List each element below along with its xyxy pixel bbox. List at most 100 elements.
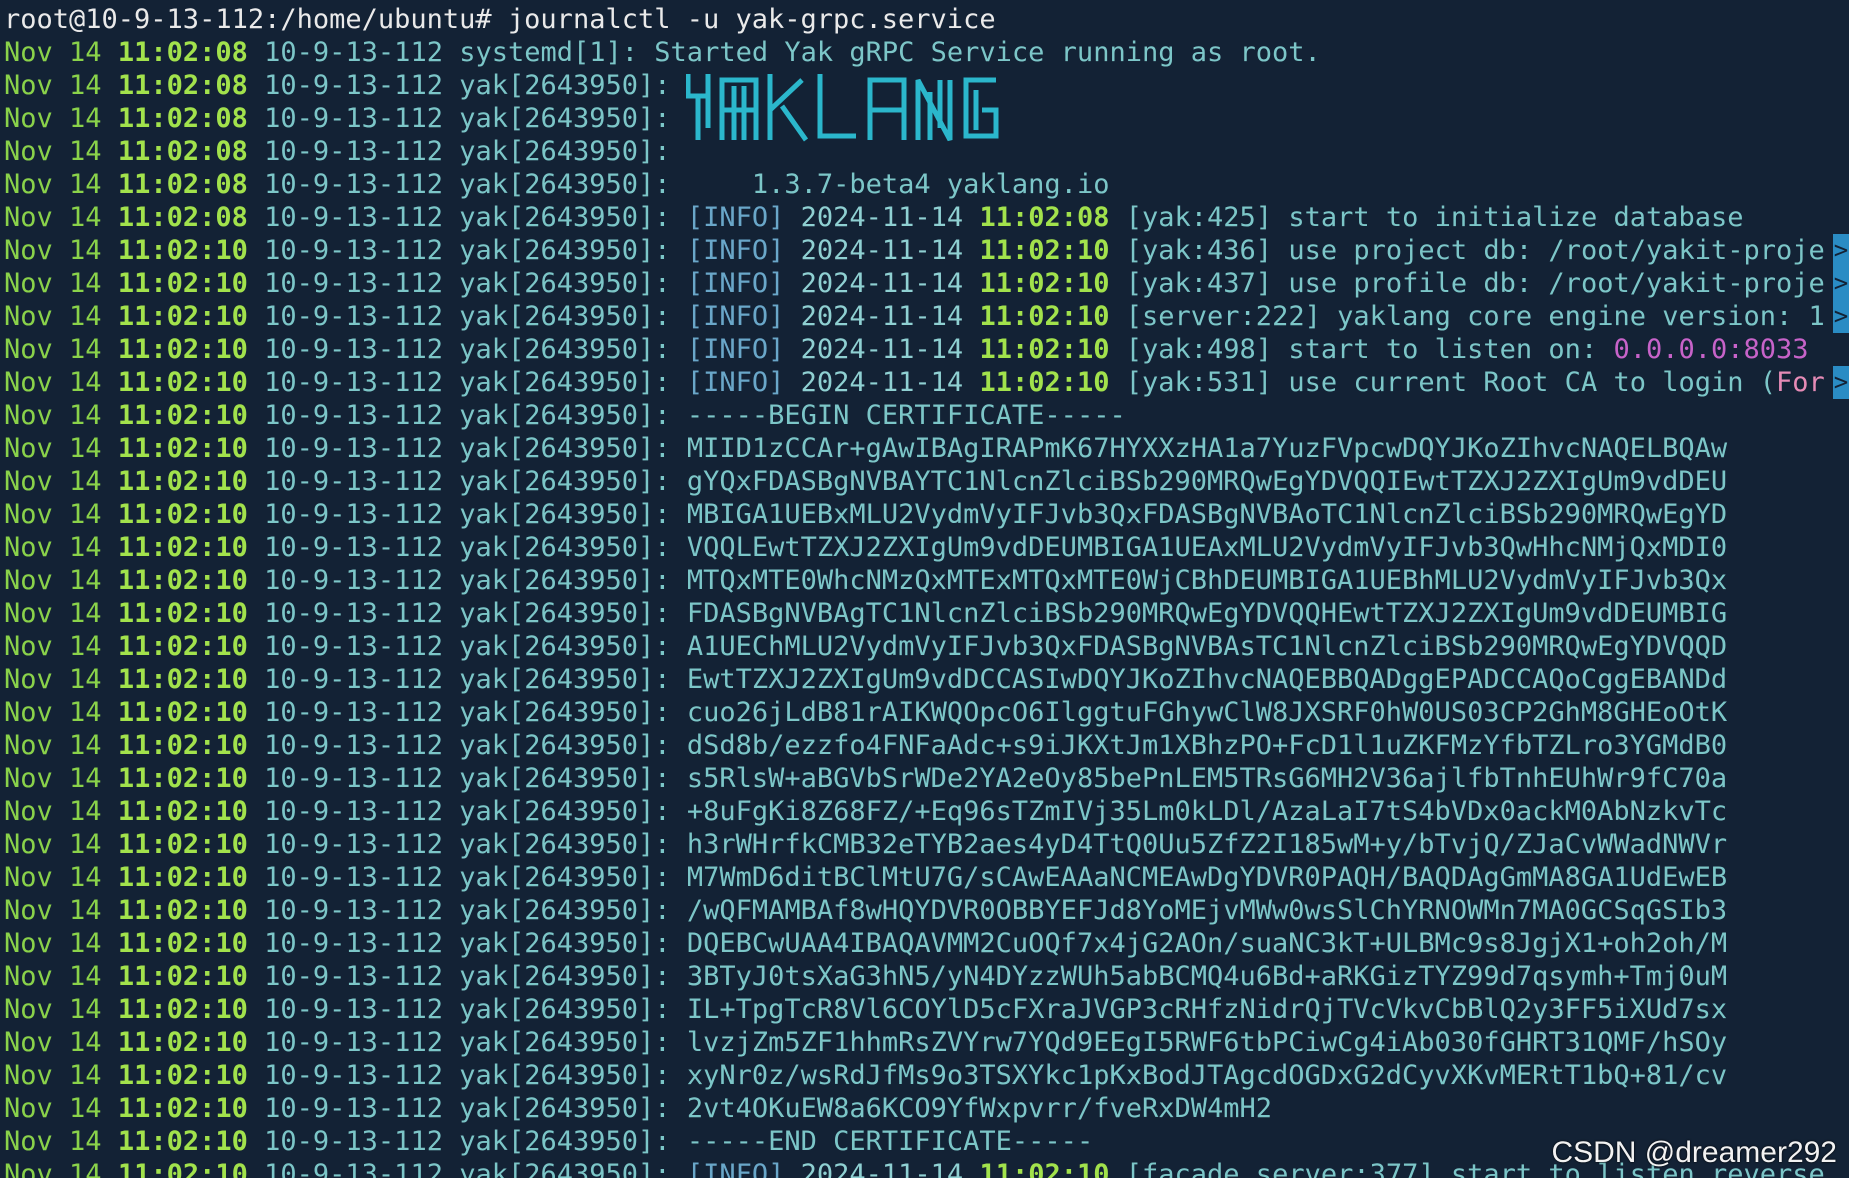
log-day: 14 bbox=[69, 1027, 102, 1058]
terminal-window[interactable]: root@10-9-13-112:/home/ubuntu# journalct… bbox=[0, 0, 1849, 1178]
log-host: 10-9-13-112 bbox=[264, 1027, 443, 1058]
log-day: 14 bbox=[69, 466, 102, 497]
log-message: yaklang core engine version: 1 bbox=[1337, 301, 1825, 332]
log-day: 14 bbox=[69, 136, 102, 167]
log-clock: 11:02:10 bbox=[979, 367, 1110, 398]
log-host: 10-9-13-112 bbox=[264, 433, 443, 464]
log-message: -----BEGIN CERTIFICATE----- bbox=[686, 400, 1126, 431]
log-date: 2024-11-14 bbox=[800, 334, 964, 365]
log-time: 11:02:10 bbox=[117, 532, 248, 563]
log-time: 11:02:10 bbox=[117, 796, 248, 827]
log-month: Nov bbox=[4, 400, 53, 431]
watermark: CSDN @dreamer292 bbox=[1551, 1136, 1837, 1169]
log-message: start to initialize database bbox=[1288, 202, 1744, 233]
log-host: 10-9-13-112 bbox=[264, 235, 443, 266]
log-process: yak[2643950]: bbox=[459, 1060, 671, 1091]
log-month: Nov bbox=[4, 730, 53, 761]
log-host: 10-9-13-112 bbox=[264, 631, 443, 662]
log-message: IL+TpgTcR8Vl6COYlD5cFXraJVGP3cRHfzNidrQj… bbox=[686, 994, 1728, 1025]
log-source: [yak:437] bbox=[1125, 268, 1273, 299]
log-level: [INFO] bbox=[686, 367, 785, 398]
log-process: yak[2643950]: bbox=[459, 70, 671, 101]
log-level: [INFO] bbox=[686, 301, 785, 332]
log-host: 10-9-13-112 bbox=[264, 928, 443, 959]
log-level: [INFO] bbox=[686, 334, 785, 365]
log-line: Nov 14 11:02:10 10-9-13-112 yak[2643950]… bbox=[4, 465, 1849, 498]
log-message: VQQLEwtTZXJ2ZXIgUm9vdDEUMBIGA1UEAxMLU2Vy… bbox=[686, 532, 1728, 563]
log-day: 14 bbox=[69, 631, 102, 662]
log-clock: 11:02:10 bbox=[979, 301, 1110, 332]
log-day: 14 bbox=[69, 367, 102, 398]
log-time: 11:02:10 bbox=[117, 928, 248, 959]
log-source: [yak:425] bbox=[1125, 202, 1273, 233]
log-host: 10-9-13-112 bbox=[264, 961, 443, 992]
log-time: 11:02:10 bbox=[117, 235, 248, 266]
log-month: Nov bbox=[4, 136, 53, 167]
log-message: Started Yak gRPC Service running as root… bbox=[654, 37, 1321, 68]
log-time: 11:02:08 bbox=[117, 202, 248, 233]
log-host: 10-9-13-112 bbox=[264, 829, 443, 860]
log-line: Nov 14 11:02:10 10-9-13-112 yak[2643950]… bbox=[4, 828, 1849, 861]
log-host: 10-9-13-112 bbox=[264, 664, 443, 695]
log-month: Nov bbox=[4, 895, 53, 926]
log-clock: 11:02:10 bbox=[979, 334, 1110, 365]
log-line: Nov 14 11:02:10 10-9-13-112 yak[2643950]… bbox=[4, 663, 1849, 696]
log-process: yak[2643950]: bbox=[459, 202, 671, 233]
log-message: M7WmD6ditBClMtU7G/sCAwEAAaNCMEAwDgYDVR0P… bbox=[686, 862, 1728, 893]
log-day: 14 bbox=[69, 664, 102, 695]
log-process: yak[2643950]: bbox=[459, 400, 671, 431]
log-day: 14 bbox=[69, 1093, 102, 1124]
log-process: yak[2643950]: bbox=[459, 664, 671, 695]
log-level: [INFO] bbox=[686, 235, 785, 266]
log-line: Nov 14 11:02:10 10-9-13-112 yak[2643950]… bbox=[4, 927, 1849, 960]
log-time: 11:02:10 bbox=[117, 1060, 248, 1091]
log-process: yak[2643950]: bbox=[459, 103, 671, 134]
log-time: 11:02:10 bbox=[117, 697, 248, 728]
log-message: DQEBCwUAA4IBAQAVMM2CuOQf7x4jG2AOn/suaNC3… bbox=[686, 928, 1728, 959]
log-time: 11:02:10 bbox=[117, 829, 248, 860]
log-line: Nov 14 11:02:10 10-9-13-112 yak[2643950]… bbox=[4, 531, 1849, 564]
log-month: Nov bbox=[4, 1159, 53, 1178]
log-day: 14 bbox=[69, 1126, 102, 1157]
log-month: Nov bbox=[4, 268, 53, 299]
log-month: Nov bbox=[4, 697, 53, 728]
log-day: 14 bbox=[69, 565, 102, 596]
log-day: 14 bbox=[69, 202, 102, 233]
log-process: yak[2643950]: bbox=[459, 367, 671, 398]
log-day: 14 bbox=[69, 796, 102, 827]
log-host: 10-9-13-112 bbox=[264, 532, 443, 563]
log-clock: 11:02:08 bbox=[979, 202, 1110, 233]
log-source: [yak:531] bbox=[1125, 367, 1273, 398]
line-truncated-indicator: > bbox=[1833, 300, 1849, 333]
log-month: Nov bbox=[4, 70, 53, 101]
log-month: Nov bbox=[4, 1126, 53, 1157]
log-message: use current Root CA to login ( bbox=[1288, 367, 1777, 398]
log-date: 2024-11-14 bbox=[800, 268, 964, 299]
log-line: Nov 14 11:02:10 10-9-13-112 yak[2643950]… bbox=[4, 993, 1849, 1026]
log-time: 11:02:10 bbox=[117, 895, 248, 926]
log-host: 10-9-13-112 bbox=[264, 334, 443, 365]
log-day: 14 bbox=[69, 598, 102, 629]
log-time: 11:02:10 bbox=[117, 1027, 248, 1058]
log-process: yak[2643950]: bbox=[459, 268, 671, 299]
log-time: 11:02:10 bbox=[117, 334, 248, 365]
log-month: Nov bbox=[4, 796, 53, 827]
log-host: 10-9-13-112 bbox=[264, 1093, 443, 1124]
log-month: Nov bbox=[4, 301, 53, 332]
log-day: 14 bbox=[69, 730, 102, 761]
line-truncated-indicator: > bbox=[1833, 234, 1849, 267]
log-time: 11:02:10 bbox=[117, 268, 248, 299]
log-month: Nov bbox=[4, 994, 53, 1025]
log-process: yak[2643950]: bbox=[459, 829, 671, 860]
log-day: 14 bbox=[69, 862, 102, 893]
log-day: 14 bbox=[69, 763, 102, 794]
log-host: 10-9-13-112 bbox=[264, 994, 443, 1025]
log-level: [INFO] bbox=[686, 268, 785, 299]
log-time: 11:02:10 bbox=[117, 961, 248, 992]
log-level: [INFO] bbox=[686, 1159, 785, 1178]
log-time: 11:02:10 bbox=[117, 565, 248, 596]
log-time: 11:02:10 bbox=[117, 763, 248, 794]
log-time: 11:02:10 bbox=[117, 301, 248, 332]
log-day: 14 bbox=[69, 169, 102, 200]
log-day: 14 bbox=[69, 829, 102, 860]
